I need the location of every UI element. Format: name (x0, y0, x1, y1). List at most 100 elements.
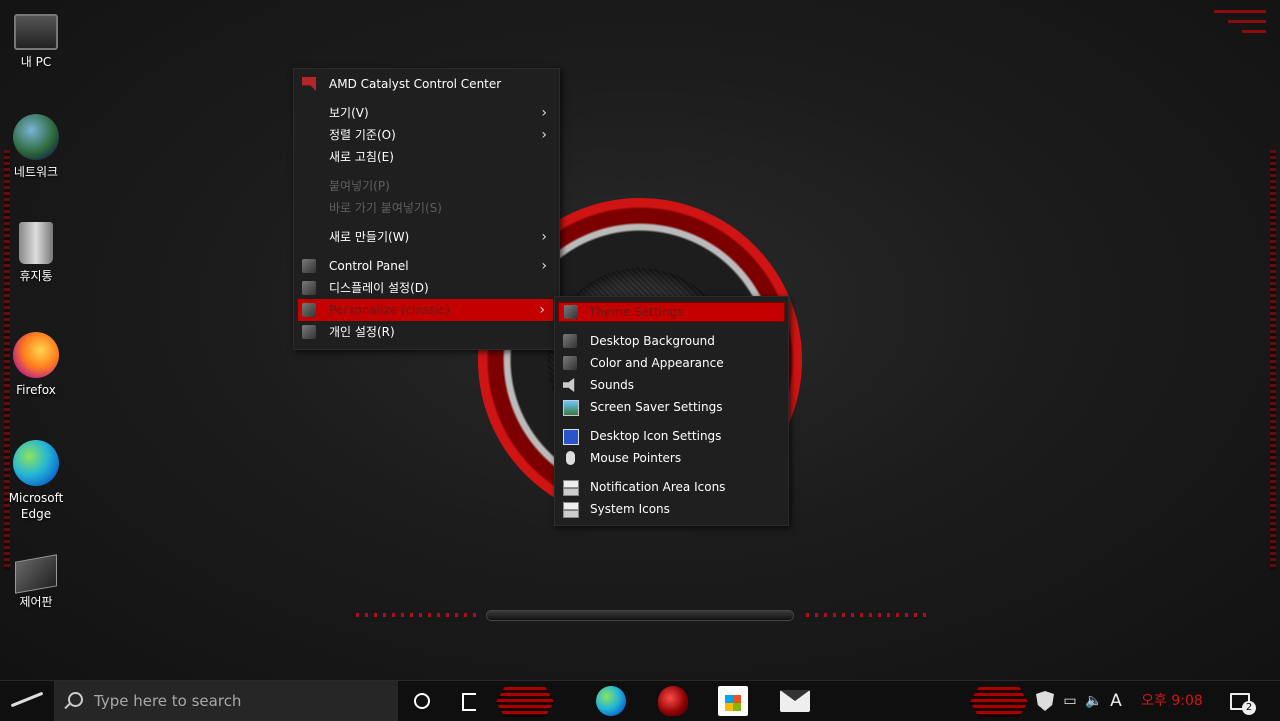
submenu-item-sounds[interactable]: Sounds (555, 374, 788, 396)
menu-item-label: AMD Catalyst Control Center (329, 77, 502, 91)
corner-decoration (1242, 30, 1266, 33)
search-box[interactable] (54, 681, 398, 721)
corner-decoration (1228, 20, 1266, 23)
submenu-item-mouse-pointers[interactable]: Mouse Pointers (555, 447, 788, 469)
menu-item-label: System Icons (590, 502, 670, 516)
menu-item-sort-by[interactable]: 정렬 기준(O) › (294, 124, 559, 146)
submenu-item-system-icons[interactable]: System Icons (555, 498, 788, 520)
wallpaper-dots (356, 613, 476, 617)
taskbar-decoration (970, 687, 1028, 717)
taskbar-app-mail[interactable] (772, 681, 818, 721)
menu-item-label: Control Panel (329, 259, 409, 273)
computer-icon (14, 14, 58, 50)
chevron-right-icon: › (541, 258, 547, 274)
chevron-right-icon: › (541, 229, 547, 245)
menu-item-view[interactable]: 보기(V) › (294, 102, 559, 124)
menu-item-label: Desktop Background (590, 334, 715, 348)
speaker-icon (563, 378, 575, 392)
menu-item-label: 새로 고침(E) (329, 150, 394, 164)
display-settings-icon (302, 281, 316, 295)
task-view-button[interactable] (456, 681, 484, 721)
taskbar-app-rog[interactable] (650, 681, 696, 721)
right-edge-decoration (1270, 150, 1276, 570)
menu-item-label: 개인 설정(R) (329, 325, 395, 339)
menu-item-control-panel[interactable]: Control Panel › (294, 255, 559, 277)
theme-settings-icon (564, 305, 578, 319)
menu-item-label: Screen Saver Settings (590, 400, 723, 414)
menu-item-personalize-classic[interactable]: Personalize (classic) › (298, 299, 553, 321)
edge-icon (13, 440, 59, 486)
menu-item-label: Personalize (classic) (329, 303, 450, 317)
rog-icon (658, 686, 688, 716)
desktop-icon-recycle-bin[interactable]: 휴지통 (0, 222, 72, 284)
submenu-item-desktop-background[interactable]: Desktop Background (555, 330, 788, 352)
submenu-item-theme-settings[interactable]: Theme Settings (558, 302, 785, 322)
taskbar-app-store[interactable] (710, 681, 756, 721)
start-button[interactable] (0, 681, 54, 721)
store-icon (718, 686, 748, 716)
taskbar: ▭ 🔈 A 오후 9:08 2 (0, 680, 1280, 721)
menu-item-label: Sounds (590, 378, 635, 392)
desktop-icon-this-pc[interactable]: 내 PC (0, 6, 72, 70)
personalize-submenu: Theme Settings Desktop Background Color … (554, 296, 789, 526)
menu-item-label: Mouse Pointers (590, 451, 682, 465)
menu-item-label: 정렬 기준(O) (329, 128, 396, 142)
shield-icon (1036, 691, 1054, 711)
control-panel-icon (15, 554, 57, 594)
tray-input-indicator[interactable]: A (1106, 681, 1126, 721)
cortana-button[interactable] (408, 681, 436, 721)
system-icons-icon (563, 502, 579, 518)
personalize-icon (302, 303, 316, 317)
screen-saver-icon (563, 400, 579, 416)
desktop-context-menu: AMD Catalyst Control Center 보기(V) › 정렬 기… (293, 68, 560, 350)
tray-security[interactable] (1034, 681, 1056, 721)
submenu-item-desktop-icon-settings[interactable]: Desktop Icon Settings (555, 425, 788, 447)
corner-decoration (1214, 10, 1266, 13)
menu-item-paste-shortcut[interactable]: 바로 가기 붙여넣기(S) (294, 197, 559, 219)
wallpaper-bar (486, 610, 794, 621)
desktop-icon-label: Firefox (16, 383, 56, 397)
submenu-item-screen-saver[interactable]: Screen Saver Settings (555, 396, 788, 418)
desktop-icon-network[interactable]: 네트워크 (0, 114, 72, 180)
tray-volume[interactable]: 🔈 (1084, 681, 1104, 721)
network-icon: ▭ (1063, 693, 1077, 709)
start-swoosh-icon (10, 691, 44, 708)
menu-item-label: Color and Appearance (590, 356, 724, 370)
tray-network[interactable]: ▭ (1060, 681, 1080, 721)
menu-item-label: 바로 가기 붙여넣기(S) (329, 201, 442, 215)
recycle-bin-icon (19, 222, 53, 264)
desktop-icon-label: 제어판 (19, 595, 53, 609)
desktop-icon-label: 네트워크 (13, 165, 59, 179)
submenu-item-color-appearance[interactable]: Color and Appearance (555, 352, 788, 374)
search-icon (68, 692, 83, 707)
menu-item-label: 붙여넣기(P) (329, 179, 390, 193)
submenu-item-notification-area-icons[interactable]: Notification Area Icons (555, 476, 788, 498)
taskbar-clock[interactable]: 오후 9:08 (1134, 681, 1210, 721)
search-input[interactable] (92, 689, 386, 713)
action-center-button[interactable]: 2 (1224, 681, 1260, 721)
desktop-icon-settings-icon (563, 429, 579, 445)
menu-item-amd-catalyst[interactable]: AMD Catalyst Control Center (294, 73, 559, 95)
notification-area-icon (563, 480, 579, 496)
personalization-icon (302, 325, 316, 339)
menu-item-personalization[interactable]: 개인 설정(R) (294, 321, 559, 343)
menu-item-paste[interactable]: 붙여넣기(P) (294, 175, 559, 197)
desktop-icon-control-panel[interactable]: 제어판 (0, 548, 72, 610)
menu-item-label: 새로 만들기(W) (329, 230, 410, 244)
edge-icon (596, 686, 626, 716)
desktop-icon-label: Microsoft Edge (8, 491, 64, 521)
desktop-icon-edge[interactable]: Microsoft Edge (0, 440, 72, 522)
taskbar-decoration (496, 687, 554, 717)
network-globe-icon (13, 114, 59, 160)
chevron-right-icon: › (541, 127, 547, 143)
task-view-icon (462, 693, 476, 711)
taskbar-app-edge[interactable] (588, 681, 634, 721)
menu-item-refresh[interactable]: 새로 고침(E) (294, 146, 559, 168)
menu-item-new[interactable]: 새로 만들기(W) › (294, 226, 559, 248)
chevron-right-icon: › (539, 302, 545, 318)
menu-item-display-settings[interactable]: 디스플레이 설정(D) (294, 277, 559, 299)
desktop-icon-firefox[interactable]: Firefox (0, 332, 72, 398)
desktop[interactable]: 내 PC 네트워크 휴지통 Firefox Microsoft Edge 제어판… (0, 0, 1280, 680)
color-appearance-icon (563, 356, 577, 370)
notification-count-badge: 2 (1242, 701, 1256, 715)
